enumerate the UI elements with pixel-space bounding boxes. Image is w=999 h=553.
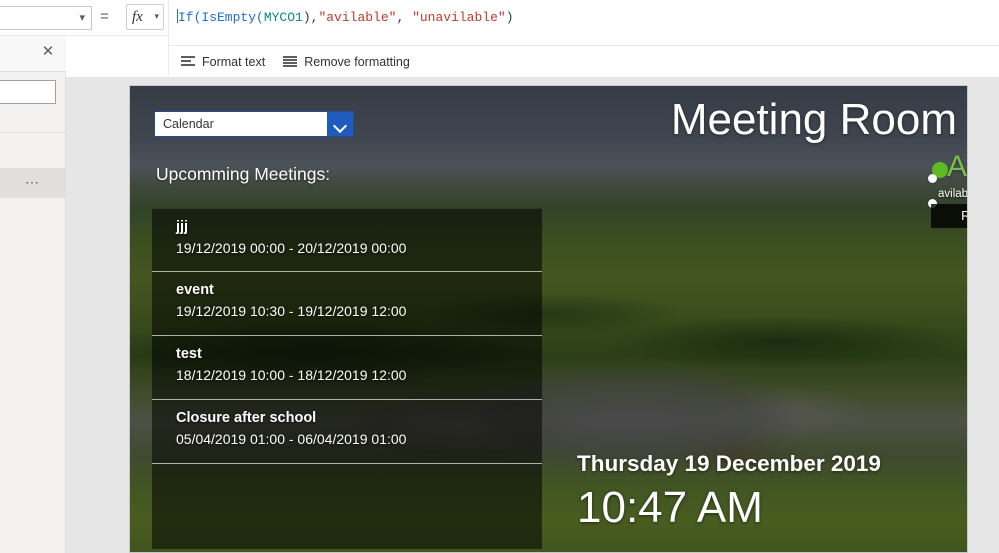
meetings-gallery[interactable]: jjj 19/12/2019 00:00 - 20/12/2019 00:00 … <box>152 208 542 549</box>
property-select[interactable]: ▾ <box>0 6 92 30</box>
remove-formatting-button[interactable]: Remove formatting <box>283 55 410 69</box>
report-issue-button[interactable]: Report an Issue <box>931 204 967 228</box>
tree-item-selected[interactable]: ⋯ <box>0 169 66 197</box>
divider <box>0 132 66 133</box>
divider <box>0 197 66 198</box>
calendar-dropdown[interactable]: Calendar <box>154 111 354 137</box>
remove-formatting-label: Remove formatting <box>304 54 410 69</box>
meeting-title: event <box>176 282 214 298</box>
formula-bar: ▾ = fx ▾ If(IsEmpty(MYCO1),"avilable", "… <box>0 0 999 45</box>
chevron-down-icon[interactable] <box>327 112 353 136</box>
overflow-menu-icon[interactable]: ⋯ <box>0 169 66 197</box>
equals-sign: = <box>100 8 109 25</box>
page-title: Meeting Room <box>670 95 957 144</box>
format-text-button[interactable]: Format text <box>181 55 265 69</box>
meeting-title: jjj <box>176 219 189 235</box>
resize-handle-top-left[interactable] <box>928 174 937 183</box>
formula-token-comma: , <box>396 10 413 25</box>
formula-token-var: MYCO1 <box>263 10 303 25</box>
fx-icon: fx <box>132 9 143 25</box>
meeting-time: 19/12/2019 10:30 - 19/12/2019 12:00 <box>176 303 407 319</box>
formula-token-if: If( <box>178 10 202 25</box>
selection-box[interactable] <box>928 174 967 208</box>
meeting-time: 19/12/2019 00:00 - 20/12/2019 00:00 <box>176 240 407 256</box>
meeting-title: Closure after school <box>176 410 317 426</box>
formula-token-string2: "unavilable" <box>412 10 506 25</box>
upcoming-meetings-heading: Upcomming Meetings: <box>156 164 331 184</box>
formula-token-mid: ), <box>302 10 319 25</box>
format-toolbar: Format text Remove formatting <box>168 45 999 77</box>
app-screen: Meeting Room Calendar Upcomming Meetings… <box>129 85 968 553</box>
formula-token-isempty: IsEmpty( <box>201 10 264 25</box>
meeting-list-item[interactable]: jjj 19/12/2019 00:00 - 20/12/2019 00:00 <box>152 208 542 272</box>
left-tree-panel: ✕ ⋯ <box>0 36 66 553</box>
search-input[interactable] <box>0 80 56 104</box>
meeting-time: 05/04/2019 01:00 - 06/04/2019 01:00 <box>176 431 407 447</box>
current-date: Thursday 19 December 2019 <box>577 451 881 476</box>
chevron-down-icon: ▾ <box>79 12 85 24</box>
meeting-list-item[interactable]: test 18/12/2019 10:00 - 18/12/2019 12:00 <box>152 336 542 400</box>
close-icon[interactable]: ✕ <box>40 44 56 60</box>
chevron-down-icon: ▾ <box>154 11 159 21</box>
formula-token-string1: "avilable" <box>318 10 397 25</box>
remove-formatting-icon <box>283 56 298 67</box>
meeting-list-item[interactable]: event 19/12/2019 10:30 - 19/12/2019 12:0… <box>152 272 542 336</box>
format-text-label: Format text <box>202 54 266 69</box>
calendar-dropdown-value: Calendar <box>163 117 214 131</box>
current-time: 10:47 AM <box>577 483 763 532</box>
left-panel-header: ✕ <box>0 36 66 72</box>
formula-input[interactable]: If(IsEmpty(MYCO1),"avilable", "unavilabl… <box>168 0 999 45</box>
format-text-icon <box>181 56 195 67</box>
meeting-title: test <box>176 346 202 362</box>
fx-button[interactable]: fx ▾ <box>126 4 164 30</box>
meeting-time: 18/12/2019 10:00 - 18/12/2019 12:00 <box>176 367 407 383</box>
app-root: ▾ = fx ▾ If(IsEmpty(MYCO1),"avilable", "… <box>0 0 999 553</box>
canvas-area: Meeting Room Calendar Upcomming Meetings… <box>66 77 999 553</box>
meeting-list-item[interactable]: Closure after school 05/04/2019 01:00 - … <box>152 400 542 464</box>
formula-token-close: ) <box>505 10 514 25</box>
